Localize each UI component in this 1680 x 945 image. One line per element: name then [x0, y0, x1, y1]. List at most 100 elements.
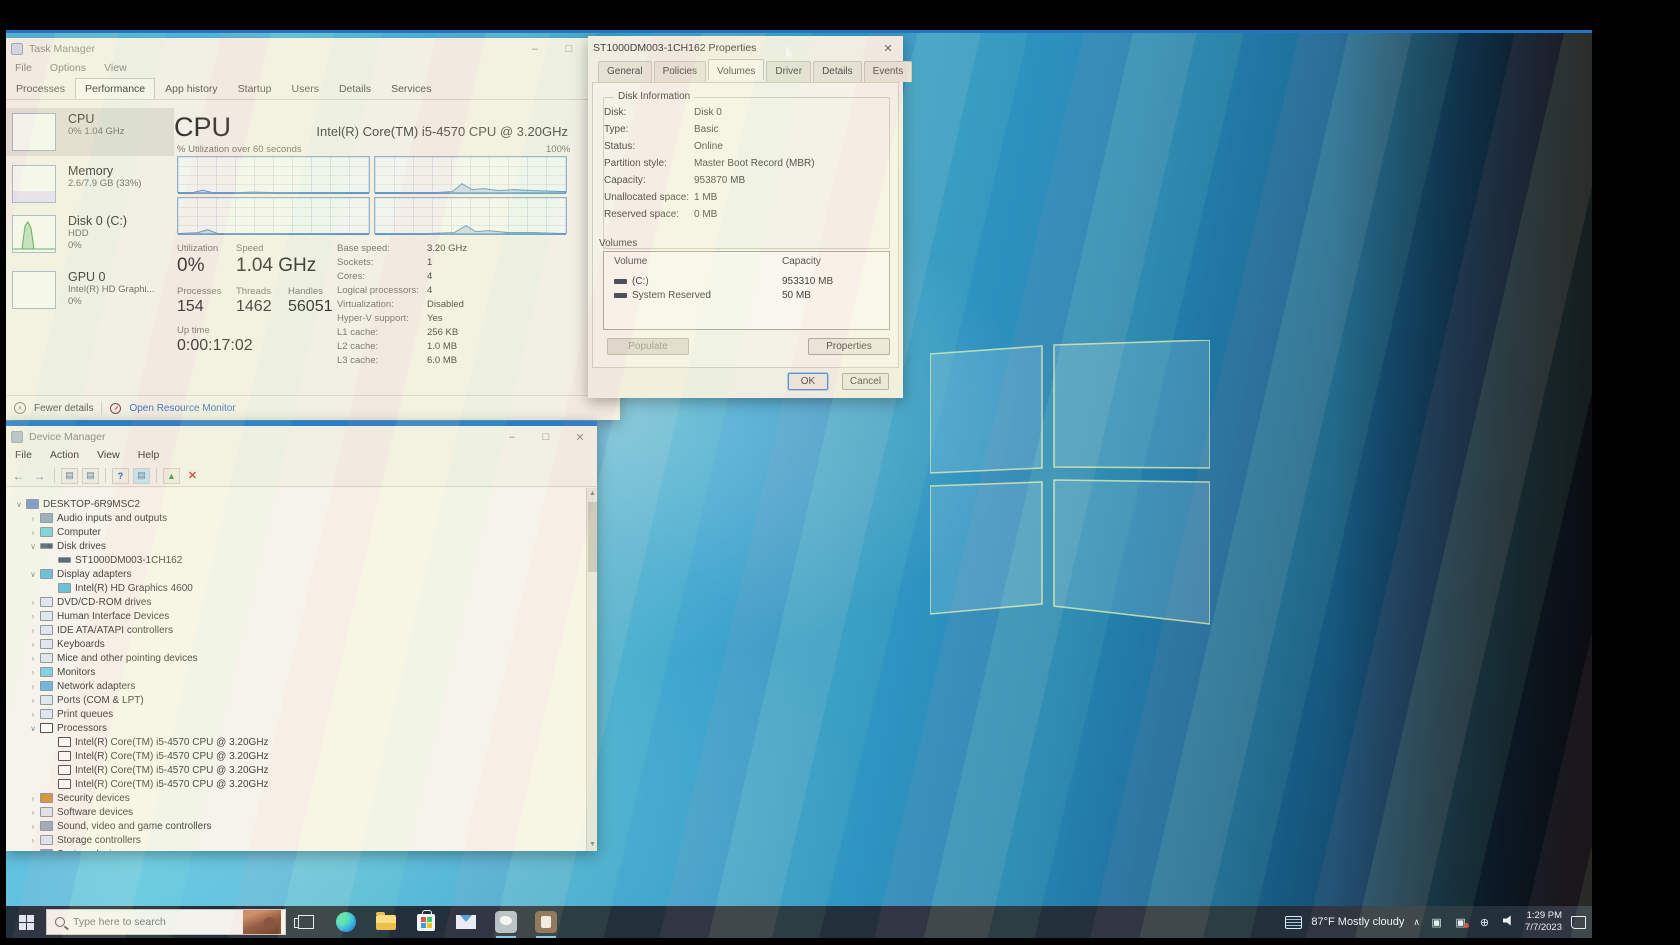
file-explorer-button[interactable]	[373, 906, 399, 938]
scroll-down-icon[interactable]: ▼	[587, 839, 598, 851]
properties-button[interactable]: Properties	[808, 338, 890, 355]
tree-node-ide-controllers[interactable]: ›IDE ATA/ATAPI controllers	[6, 623, 586, 637]
maximize-icon[interactable]: □	[529, 426, 563, 448]
scrollbar-thumb[interactable]	[588, 502, 597, 572]
back-icon[interactable]: ←	[10, 468, 27, 484]
menu-help[interactable]: Help	[129, 447, 169, 463]
menu-action[interactable]: Action	[41, 447, 88, 463]
tree-node-processor-core[interactable]: Intel(R) Core(TM) i5-4570 CPU @ 3.20GHz	[6, 763, 586, 777]
tree-node-system-devices[interactable]: ›System devices	[6, 847, 586, 851]
action-center-icon[interactable]	[1571, 916, 1586, 929]
open-resource-monitor-link[interactable]: Open Resource Monitor	[129, 403, 235, 414]
tree-node-security-devices[interactable]: ›Security devices	[6, 791, 586, 805]
volume-icon[interactable]	[1501, 915, 1516, 929]
app-button-brown[interactable]	[533, 906, 559, 938]
tree-node-mice[interactable]: ›Mice and other pointing devices	[6, 651, 586, 665]
software-device-icon	[40, 807, 53, 817]
weather-widget[interactable]: 87°F Mostly cloudy	[1311, 916, 1404, 928]
tree-node-audio-inputs[interactable]: ›Audio inputs and outputs	[6, 511, 586, 525]
store-button[interactable]	[413, 906, 439, 938]
tab-details[interactable]: Details	[329, 78, 381, 99]
help-icon[interactable]: ?	[112, 468, 129, 484]
network-globe-icon[interactable]: ⊕	[1477, 916, 1492, 929]
tree-node-hid[interactable]: ›Human Interface Devices	[6, 609, 586, 623]
forward-icon[interactable]: →	[31, 468, 48, 484]
close-icon[interactable]: ✕	[873, 36, 903, 60]
mail-button[interactable]	[453, 906, 479, 938]
sidebar-item-gpu[interactable]: GPU 0 Intel(R) HD Graphi... 0%	[6, 266, 174, 320]
tab-policies[interactable]: Policies	[654, 61, 706, 82]
tree-scrollbar[interactable]: ▲ ▼	[586, 488, 597, 851]
tree-node-storage-controllers[interactable]: ›Storage controllers	[6, 833, 586, 847]
tree-node-software-devices[interactable]: ›Software devices	[6, 805, 586, 819]
properties-icon[interactable]: ▤	[82, 468, 99, 484]
tree-node-ports[interactable]: ›Ports (COM & LPT)	[6, 693, 586, 707]
show-hidden-icons-chevron[interactable]: ∧	[1413, 917, 1420, 928]
scroll-up-icon[interactable]: ▲	[587, 488, 598, 500]
tree-node-display-adapters[interactable]: ∨Display adapters	[6, 567, 586, 581]
volume-row-system-reserved[interactable]: System Reserved	[614, 290, 711, 301]
start-button[interactable]	[6, 906, 46, 938]
maximize-icon[interactable]: □	[552, 38, 586, 60]
sidebar-item-cpu[interactable]: CPU 0% 1.04 GHz	[6, 108, 174, 156]
stat-processes-value: 154	[177, 298, 204, 316]
fewer-details-button[interactable]: Fewer details	[34, 403, 93, 414]
search-input[interactable]	[71, 915, 211, 929]
update-driver-icon[interactable]: ▲	[163, 468, 180, 484]
populate-button[interactable]: Populate	[607, 338, 689, 355]
minimize-icon[interactable]: –	[518, 38, 552, 60]
tree-node-disk-drives[interactable]: ∨Disk drives	[6, 539, 586, 553]
tree-node-keyboards[interactable]: ›Keyboards	[6, 637, 586, 651]
tab-startup[interactable]: Startup	[228, 78, 282, 99]
volume-row-c[interactable]: (C:)	[614, 276, 649, 287]
taskbar-search[interactable]	[46, 909, 286, 935]
tree-node-processors[interactable]: ∨Processors	[6, 721, 586, 735]
app-button-gray[interactable]	[493, 906, 519, 938]
menu-view[interactable]: View	[88, 447, 129, 463]
tree-node-print-queues[interactable]: ›Print queues	[6, 707, 586, 721]
tab-driver[interactable]: Driver	[766, 61, 811, 82]
tab-general[interactable]: General	[598, 61, 652, 82]
tray-display-icon[interactable]: ▣	[1429, 916, 1444, 929]
edge-button[interactable]	[333, 906, 359, 938]
tab-users[interactable]: Users	[282, 78, 329, 99]
tab-volumes[interactable]: Volumes	[708, 59, 764, 80]
search-daily-image[interactable]	[243, 910, 281, 934]
show-console-tree-icon[interactable]: ▤	[61, 468, 78, 484]
tree-node-st1000dm003[interactable]: ST1000DM003-1CH162	[6, 553, 586, 567]
scan-hardware-changes-icon[interactable]: ▤	[133, 468, 150, 484]
menu-file[interactable]: File	[6, 60, 41, 76]
close-icon[interactable]: ✕	[563, 426, 597, 448]
tree-node-network-adapters[interactable]: ›Network adapters	[6, 679, 586, 693]
tab-performance[interactable]: Performance	[75, 78, 155, 99]
news-widget-icon[interactable]	[1285, 916, 1302, 929]
clock[interactable]: 1:29 PM 7/7/2023	[1525, 910, 1562, 934]
sidebar-item-disk[interactable]: Disk 0 (C:) HDD 0%	[6, 210, 174, 264]
ok-button[interactable]: OK	[788, 373, 828, 390]
uninstall-device-icon[interactable]: ✕	[184, 468, 201, 484]
menu-options[interactable]: Options	[41, 60, 95, 76]
minimize-icon[interactable]: –	[495, 426, 529, 448]
tree-node-processor-core[interactable]: Intel(R) Core(TM) i5-4570 CPU @ 3.20GHz	[6, 735, 586, 749]
tree-node-monitors[interactable]: ›Monitors	[6, 665, 586, 679]
tab-processes[interactable]: Processes	[6, 78, 75, 99]
menu-file[interactable]: File	[6, 447, 41, 463]
tab-app-history[interactable]: App history	[155, 78, 228, 99]
tray-app-badge-icon[interactable]: ▣	[1453, 916, 1468, 929]
task-view-button[interactable]	[293, 906, 319, 938]
sidebar-item-memory[interactable]: Memory 2.6/7.9 GB (33%)	[6, 160, 174, 208]
tree-node-processor-core[interactable]: Intel(R) Core(TM) i5-4570 CPU @ 3.20GHz	[6, 777, 586, 791]
tab-events[interactable]: Events	[864, 61, 913, 82]
dvd-drive-icon	[40, 597, 53, 607]
tree-node-intel-hd-graphics[interactable]: Intel(R) HD Graphics 4600	[6, 581, 586, 595]
tree-node-dvd-drives[interactable]: ›DVD/CD-ROM drives	[6, 595, 586, 609]
volumes-list[interactable]: Volume Capacity (C:) 953310 MB System Re…	[603, 251, 890, 330]
tree-node-computer[interactable]: ›Computer	[6, 525, 586, 539]
tree-node-computer-root[interactable]: ∨DESKTOP-6R9MSC2	[6, 497, 586, 511]
menu-view[interactable]: View	[95, 60, 136, 76]
tree-node-processor-core[interactable]: Intel(R) Core(TM) i5-4570 CPU @ 3.20GHz	[6, 749, 586, 763]
cancel-button[interactable]: Cancel	[842, 373, 889, 390]
tab-details[interactable]: Details	[813, 61, 862, 82]
tab-services[interactable]: Services	[381, 78, 441, 99]
tree-node-sound-controllers[interactable]: ›Sound, video and game controllers	[6, 819, 586, 833]
